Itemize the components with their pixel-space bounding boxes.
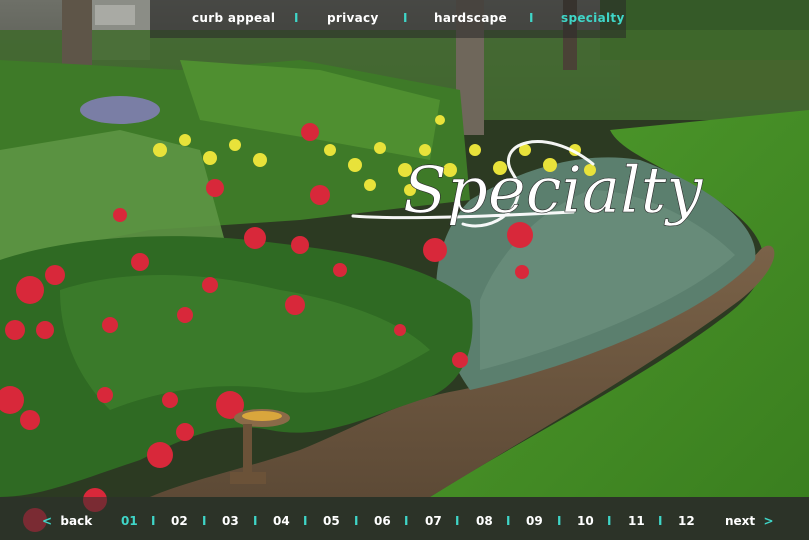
page-separator: I — [455, 514, 460, 528]
page-separator: I — [303, 514, 308, 528]
page-separator: I — [253, 514, 258, 528]
page-separator: I — [354, 514, 359, 528]
page-separator: I — [658, 514, 663, 528]
page-07[interactable]: 07 — [425, 514, 442, 528]
page-12[interactable]: 12 — [678, 514, 695, 528]
garden-photo — [0, 0, 809, 532]
script-title-text: Specialty — [403, 154, 703, 228]
back-button[interactable]: < back — [42, 514, 92, 528]
nav-hardscape[interactable]: hardscape — [434, 11, 507, 25]
next-button[interactable]: next > — [725, 514, 774, 528]
page-05[interactable]: 05 — [323, 514, 340, 528]
nav-separator: I — [529, 11, 534, 25]
page-11[interactable]: 11 — [628, 514, 645, 528]
page-08[interactable]: 08 — [476, 514, 493, 528]
top-nav: curb appeal I privacy I hardscape I spec… — [150, 0, 626, 38]
page-separator: I — [506, 514, 511, 528]
back-label: back — [60, 514, 93, 528]
nav-privacy[interactable]: privacy — [327, 11, 379, 25]
nav-separator: I — [403, 11, 408, 25]
page-10[interactable]: 10 — [577, 514, 594, 528]
nav-curb-appeal[interactable]: curb appeal — [192, 11, 275, 25]
page-03[interactable]: 03 — [222, 514, 239, 528]
page-09[interactable]: 09 — [526, 514, 543, 528]
page-06[interactable]: 06 — [374, 514, 391, 528]
page-01[interactable]: 01 — [121, 514, 138, 528]
next-label: next — [725, 514, 756, 528]
chevron-left-icon: < — [42, 514, 53, 528]
nav-separator: I — [294, 11, 299, 25]
chevron-right-icon: > — [763, 514, 774, 528]
bottom-pager: < back 01 I 02 I 03 I 04 I 05 I 06 I 07 … — [0, 497, 809, 540]
page-separator: I — [607, 514, 612, 528]
page-separator: I — [151, 514, 156, 528]
nav-specialty[interactable]: specialty — [561, 11, 625, 25]
page-02[interactable]: 02 — [171, 514, 188, 528]
page-separator: I — [557, 514, 562, 528]
page-04[interactable]: 04 — [273, 514, 290, 528]
page-separator: I — [202, 514, 207, 528]
page-separator: I — [404, 514, 409, 528]
specialty-script-heading: Specialty — [351, 140, 704, 228]
